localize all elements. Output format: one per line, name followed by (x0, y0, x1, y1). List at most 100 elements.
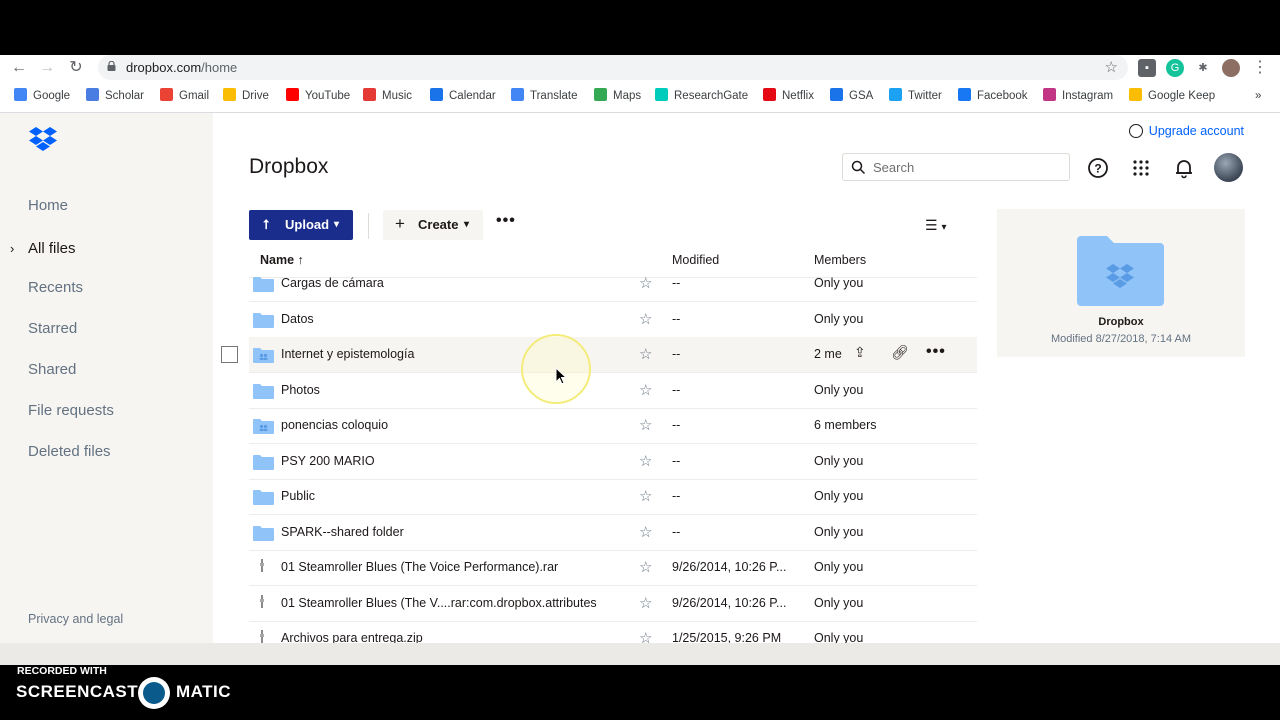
kebab-menu-icon[interactable]: ⋮ (1250, 58, 1270, 78)
bookmark-label: Gmail (179, 90, 210, 102)
sidebar-item-file-requests[interactable]: File requests (28, 402, 114, 419)
page-title: Dropbox (249, 155, 329, 178)
share-icon[interactable]: ⇪ (854, 344, 866, 361)
sidebar-item-shared[interactable]: Shared (28, 361, 76, 378)
bookmark-maps[interactable]: Maps (594, 88, 641, 104)
column-name-label: Name (260, 253, 295, 267)
file-name[interactable]: Photos (281, 383, 320, 397)
watermark-small-text: RECORDED WITH (17, 665, 107, 677)
bookmarks-overflow-icon[interactable]: » (1255, 88, 1261, 104)
bookmark-gmail[interactable]: Gmail (160, 88, 209, 104)
bookmark-label: Twitter (908, 90, 942, 102)
table-row[interactable]: Internet y epistemología ☆ -- 2 me ⇪ 🔗︎ ••• (249, 337, 977, 372)
file-name[interactable]: PSY 200 MARIO (281, 454, 375, 468)
star-icon[interactable]: ☆ (639, 487, 652, 505)
star-icon[interactable]: ☆ (639, 274, 652, 292)
table-row[interactable]: ponencias coloquio ☆ -- 6 members (249, 408, 977, 443)
gmail-icon (160, 88, 173, 101)
bookmark-facebook[interactable]: Facebook (958, 88, 1028, 104)
table-row[interactable]: SPARK--shared folder ☆ -- Only you (249, 515, 977, 550)
extension-icon[interactable]: ▪ (1138, 59, 1156, 77)
file-name[interactable]: ponencias coloquio (281, 418, 388, 432)
bookmark-netflix[interactable]: Netflix (763, 88, 814, 104)
star-icon[interactable]: ☆ (639, 452, 652, 470)
table-row[interactable]: 01 Steamroller Blues (The V....rar:com.d… (249, 586, 977, 621)
bookmark-translate[interactable]: Translate (511, 88, 578, 104)
dropbox-logo-icon[interactable] (29, 127, 57, 153)
profile-avatar-icon[interactable] (1222, 59, 1240, 77)
browser-chrome: ← → ↻ dropbox.com/home ☆ ▪ G ✱ ⋮ Google S… (0, 55, 1280, 113)
star-icon[interactable]: ☆ (639, 594, 652, 612)
table-row[interactable]: Photos ☆ -- Only you (249, 373, 977, 408)
bookmark-label: Netflix (782, 90, 814, 102)
app-grid-icon[interactable] (1130, 157, 1152, 179)
back-icon[interactable]: ← (9, 58, 29, 78)
file-name[interactable]: Datos (281, 312, 314, 326)
bookmark-google-keep[interactable]: Google Keep (1129, 88, 1215, 104)
column-header-modified[interactable]: Modified (672, 253, 719, 267)
table-row[interactable]: PSY 200 MARIO ☆ -- Only you (249, 444, 977, 479)
bookmark-calendar[interactable]: Calendar (430, 88, 496, 104)
bookmark-gsa[interactable]: GSA (830, 88, 873, 104)
copy-link-icon[interactable]: 🔗︎ (891, 344, 909, 361)
view-toggle[interactable]: ☰ ▾ (925, 217, 946, 234)
google-icon (14, 88, 27, 101)
chevron-down-icon: ▾ (464, 219, 470, 230)
file-name[interactable]: Cargas de cámara (281, 276, 384, 290)
bookmark-twitter[interactable]: Twitter (889, 88, 942, 104)
notifications-bell-icon[interactable] (1173, 157, 1195, 179)
row-more-options-icon[interactable]: ••• (926, 343, 946, 361)
bookmark-researchgate[interactable]: ResearchGate (655, 88, 748, 104)
create-button[interactable]: + Create ▾ (383, 210, 483, 240)
upload-button[interactable]: ⭡ Upload ▾ (249, 210, 353, 240)
sidebar-item-label: Home (28, 197, 69, 214)
grammarly-icon[interactable]: G (1166, 59, 1184, 77)
file-name[interactable]: SPARK--shared folder (281, 525, 404, 539)
file-name[interactable]: Public (281, 489, 315, 503)
sidebar: Home › All files Recents Starred Shared File r… (0, 113, 213, 665)
reload-icon[interactable]: ↻ (66, 58, 86, 78)
bookmark-google[interactable]: Google (14, 88, 70, 104)
help-icon[interactable]: ? (1087, 157, 1109, 179)
file-icon (260, 630, 264, 643)
table-row[interactable]: Public ☆ -- Only you (249, 479, 977, 514)
bookmark-drive[interactable]: Drive (223, 88, 269, 104)
file-name[interactable]: 01 Steamroller Blues (The Voice Performa… (281, 560, 558, 574)
star-icon[interactable]: ☆ (639, 345, 652, 363)
sidebar-item-starred[interactable]: Starred (28, 320, 77, 337)
address-bar[interactable]: dropbox.com/home ☆ (98, 55, 1128, 80)
forward-icon[interactable]: → (37, 58, 57, 78)
upgrade-account-link[interactable]: Upgrade account (1128, 124, 1244, 138)
members-cell: Only you (814, 454, 864, 468)
privacy-legal-link[interactable]: Privacy and legal (28, 612, 123, 626)
table-row[interactable]: 01 Steamroller Blues (The Voice Performa… (249, 550, 977, 585)
star-icon[interactable]: ☆ (639, 416, 652, 434)
search-input[interactable]: Search (842, 153, 1070, 181)
members-cell: 2 me (814, 347, 842, 361)
bookmark-scholar[interactable]: Scholar (86, 88, 144, 104)
sidebar-item-all-files[interactable]: › All files (10, 240, 76, 257)
column-header-name[interactable]: Name ↑ (260, 253, 304, 267)
bookmark-instagram[interactable]: Instagram (1043, 88, 1113, 104)
file-name[interactable]: 01 Steamroller Blues (The V....rar:com.d… (281, 596, 597, 610)
user-avatar[interactable] (1214, 153, 1243, 182)
row-checkbox[interactable] (221, 346, 238, 363)
star-icon[interactable]: ☆ (639, 310, 652, 328)
star-icon[interactable]: ☆ (639, 523, 652, 541)
table-row[interactable]: Cargas de cámara ☆ -- Only you (249, 266, 977, 301)
sidebar-item-recents[interactable]: Recents (28, 279, 83, 296)
sidebar-item-deleted-files[interactable]: Deleted files (28, 443, 111, 460)
more-options-icon[interactable]: ••• (496, 212, 516, 230)
bookmark-youtube[interactable]: YouTube (286, 88, 350, 104)
file-name[interactable]: Internet y epistemología (281, 347, 414, 361)
modified-cell: -- (672, 312, 681, 326)
watermark-word2: MATIC (176, 682, 232, 701)
puzzle-icon[interactable]: ✱ (1194, 59, 1212, 77)
star-icon[interactable]: ☆ (639, 381, 652, 399)
bookmark-star-icon[interactable]: ☆ (1105, 58, 1118, 76)
sidebar-item-home[interactable]: Home (28, 197, 68, 214)
star-icon[interactable]: ☆ (639, 558, 652, 576)
table-row[interactable]: Datos ☆ -- Only you (249, 302, 977, 337)
column-header-members[interactable]: Members (814, 253, 866, 267)
bookmark-music[interactable]: Music (363, 88, 412, 104)
